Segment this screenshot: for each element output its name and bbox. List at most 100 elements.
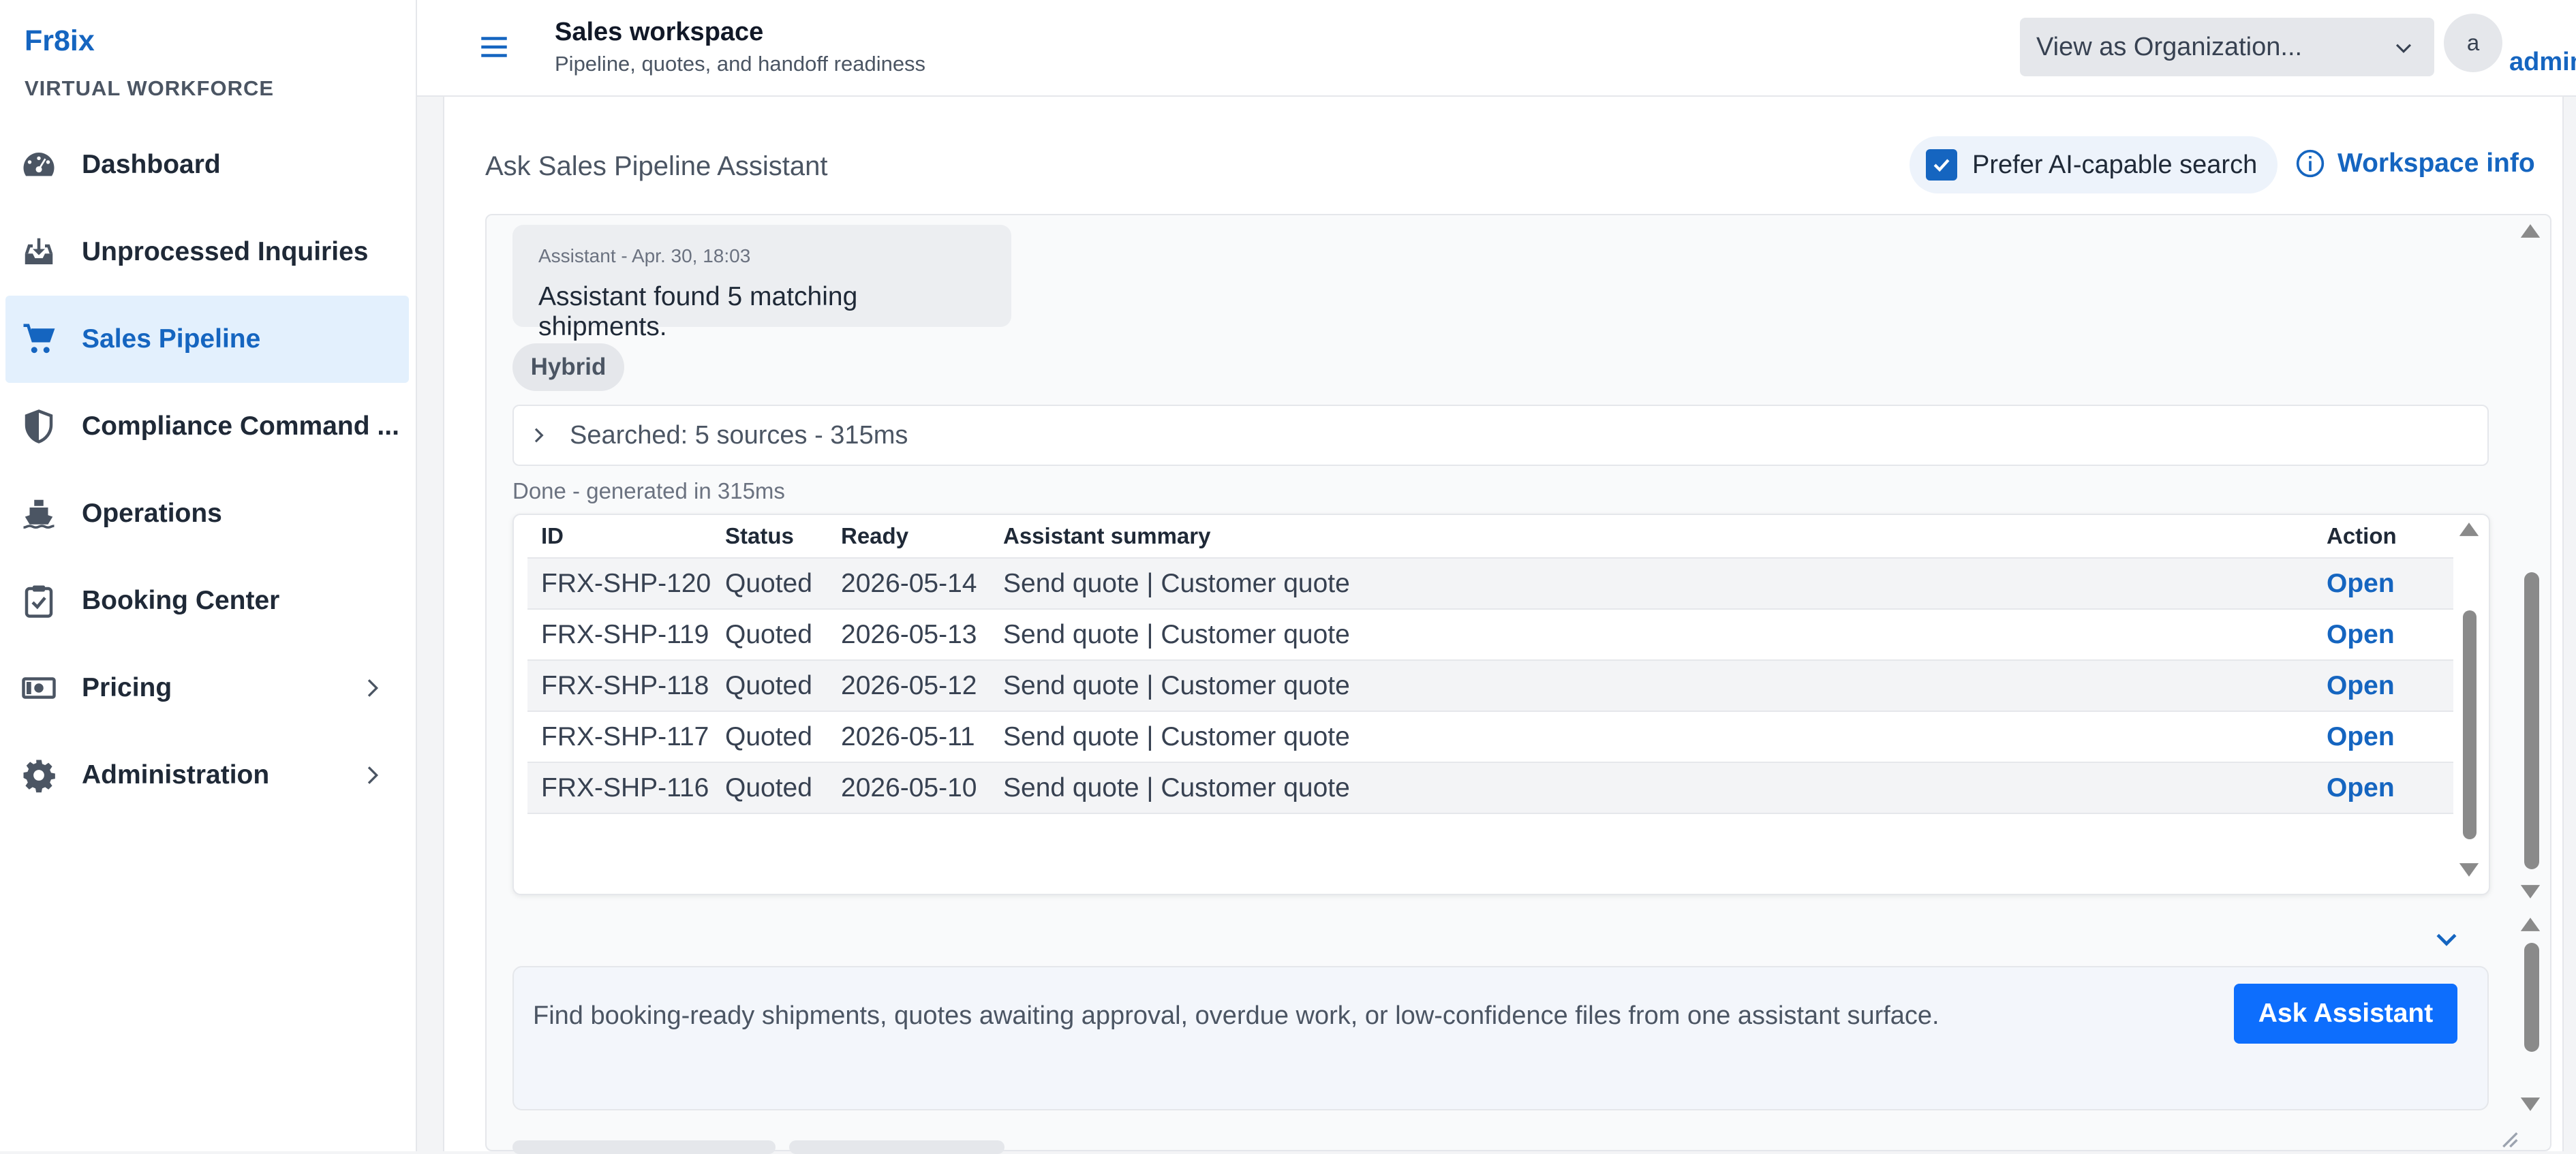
table-row: FRX-SHP-116 Quoted 2026-05-10 Send quote… (527, 763, 2453, 814)
organization-select-value: View as Organization... (2036, 32, 2303, 61)
workspace-info-link[interactable]: Workspace info (2295, 149, 2535, 178)
cell-ready: 2026-05-10 (841, 773, 977, 802)
info-icon (2296, 149, 2325, 178)
workspace-info-label: Workspace info (2337, 149, 2535, 178)
hamburger-menu-icon[interactable] (477, 30, 511, 64)
open-link[interactable]: Open (2327, 610, 2395, 659)
sidebar-item-label: Booking Center (82, 586, 280, 615)
sidebar-item-administration[interactable]: Administration (5, 732, 409, 819)
cell-status: Quoted (725, 670, 812, 700)
prefer-ai-label: Prefer AI-capable search (1972, 150, 2258, 179)
dashboard-icon (19, 145, 59, 185)
cell-summary: Send quote | Customer quote (1003, 619, 1350, 649)
table-scroll-down-arrow[interactable] (2457, 861, 2481, 879)
chevron-down-icon (2395, 44, 2412, 53)
cell-ready: 2026-05-11 (841, 721, 975, 751)
chevron-right-icon (367, 679, 379, 697)
sidebar-item-label: Pricing (82, 673, 172, 702)
check-icon (1933, 159, 1950, 172)
cell-summary: Send quote | Customer quote (1003, 568, 1350, 598)
column-header-status[interactable]: Status (725, 515, 794, 557)
page-title: Sales workspace (555, 18, 764, 46)
sidebar-item-compliance-command[interactable]: Compliance Command ... (5, 383, 409, 470)
assistant-card: Ask Sales Pipeline Assistant Prefer AI-c… (443, 97, 2564, 1154)
sidebar-item-dashboard[interactable]: Dashboard (5, 121, 409, 208)
cell-status: Quoted (725, 568, 812, 598)
top-bar: Sales workspace Pipeline, quotes, and ha… (417, 0, 2576, 97)
results-table[interactable]: ID Status Ready Assistant summary Action… (512, 514, 2490, 895)
table-row: FRX-SHP-117 Quoted 2026-05-11 Send quote… (527, 712, 2453, 763)
sidebar-item-label: Sales Pipeline (82, 324, 261, 354)
assistant-title: Ask Sales Pipeline Assistant (485, 151, 828, 181)
cell-summary: Send quote | Customer quote (1003, 721, 1350, 751)
open-link[interactable]: Open (2327, 661, 2395, 711)
cell-id: FRX-SHP-117 (541, 721, 709, 751)
cart-icon (19, 319, 59, 359)
sidebar-nav: Dashboard Unprocessed Inquiries Sales Pi… (5, 121, 409, 819)
page-scrollbar-thumb[interactable] (2524, 943, 2539, 1052)
sidebar-item-label: Compliance Command ... (82, 411, 399, 441)
sidebar-item-operations[interactable]: Operations (5, 470, 409, 557)
brand-logo-text[interactable]: Fr8ix (25, 25, 95, 58)
open-link[interactable]: Open (2327, 559, 2395, 608)
cell-status: Quoted (725, 773, 812, 802)
cell-summary: Send quote | Customer quote (1003, 670, 1350, 700)
sidebar-item-label: Operations (82, 499, 222, 528)
cell-ready: 2026-05-13 (841, 619, 977, 649)
cell-id: FRX-SHP-119 (541, 619, 709, 649)
sidebar: Fr8ix VIRTUAL WORKFORCE Dashboard Unproc… (0, 0, 417, 1151)
table-row: FRX-SHP-118 Quoted 2026-05-12 Send quote… (527, 661, 2453, 712)
page-subtitle: Pipeline, quotes, and handoff readiness (555, 52, 926, 76)
sidebar-item-label: Unprocessed Inquiries (82, 237, 369, 266)
composer-input[interactable]: Find booking-ready shipments, quotes awa… (533, 1001, 1939, 1031)
transcript-scrollbar-thumb[interactable] (2524, 572, 2539, 869)
table-row: FRX-SHP-120 Quoted 2026-05-14 Send quote… (527, 559, 2453, 610)
column-header-action: Action (2327, 523, 2397, 548)
column-header-ready[interactable]: Ready (841, 515, 908, 557)
chevron-right-icon (534, 428, 544, 443)
sidebar-item-pricing[interactable]: Pricing (5, 644, 409, 732)
table-header-row: ID Status Ready Assistant summary Action (527, 515, 2453, 559)
transcript-scroll-down-arrow[interactable] (2519, 883, 2542, 901)
suggestion-chip[interactable] (789, 1140, 1005, 1154)
chat-transcript[interactable]: Assistant - Apr. 30, 18:03 Assistant fou… (485, 214, 2551, 1151)
ask-assistant-button[interactable]: Ask Assistant (2234, 984, 2457, 1044)
assistant-composer: Find booking-ready shipments, quotes awa… (512, 966, 2489, 1110)
organization-select[interactable]: View as Organization... (2020, 18, 2434, 76)
sidebar-item-sales-pipeline[interactable]: Sales Pipeline (5, 296, 409, 383)
sources-disclosure[interactable]: Searched: 5 sources - 315ms (512, 405, 2489, 466)
table-scrollbar-thumb[interactable] (2463, 610, 2477, 839)
ship-icon (19, 494, 59, 533)
message-meta: Assistant - Apr. 30, 18:03 (538, 245, 751, 266)
open-link[interactable]: Open (2327, 763, 2395, 813)
cell-summary: Send quote | Customer quote (1003, 773, 1350, 802)
sidebar-item-label: Administration (82, 760, 270, 790)
cell-ready: 2026-05-12 (841, 670, 977, 700)
transcript-scroll-up-arrow[interactable] (2519, 222, 2542, 240)
chevron-down-icon[interactable] (2432, 924, 2462, 954)
open-link[interactable]: Open (2327, 712, 2395, 762)
prefer-ai-checkbox[interactable] (1926, 149, 1957, 181)
chevron-right-icon (367, 766, 379, 784)
page-scroll-up-arrow[interactable] (2519, 916, 2542, 933)
table-scroll-up-arrow[interactable] (2457, 520, 2481, 538)
cell-id: FRX-SHP-118 (541, 670, 709, 700)
user-menu-label[interactable]: admin (2509, 48, 2576, 77)
inbox-download-icon (19, 232, 59, 272)
avatar[interactable]: a (2444, 14, 2502, 72)
sidebar-item-unprocessed-inquiries[interactable]: Unprocessed Inquiries (5, 208, 409, 296)
message-text: Assistant found 5 matching shipments. (538, 282, 858, 341)
sources-summary: Searched: 5 sources - 315ms (570, 420, 908, 450)
sidebar-item-booking-center[interactable]: Booking Center (5, 557, 409, 644)
page-scroll-down-arrow[interactable] (2519, 1095, 2542, 1113)
money-icon (19, 668, 59, 708)
column-header-id[interactable]: ID (541, 515, 564, 557)
sidebar-item-label: Dashboard (82, 150, 221, 179)
suggestion-chip[interactable] (512, 1140, 776, 1154)
shield-icon (19, 407, 59, 446)
resize-handle-icon[interactable] (2494, 1124, 2521, 1151)
column-header-summary[interactable]: Assistant summary (1003, 515, 1210, 557)
prefer-ai-toggle[interactable]: Prefer AI-capable search (1910, 136, 2278, 193)
search-mode-badge: Hybrid (512, 343, 624, 391)
cell-status: Quoted (725, 721, 812, 751)
